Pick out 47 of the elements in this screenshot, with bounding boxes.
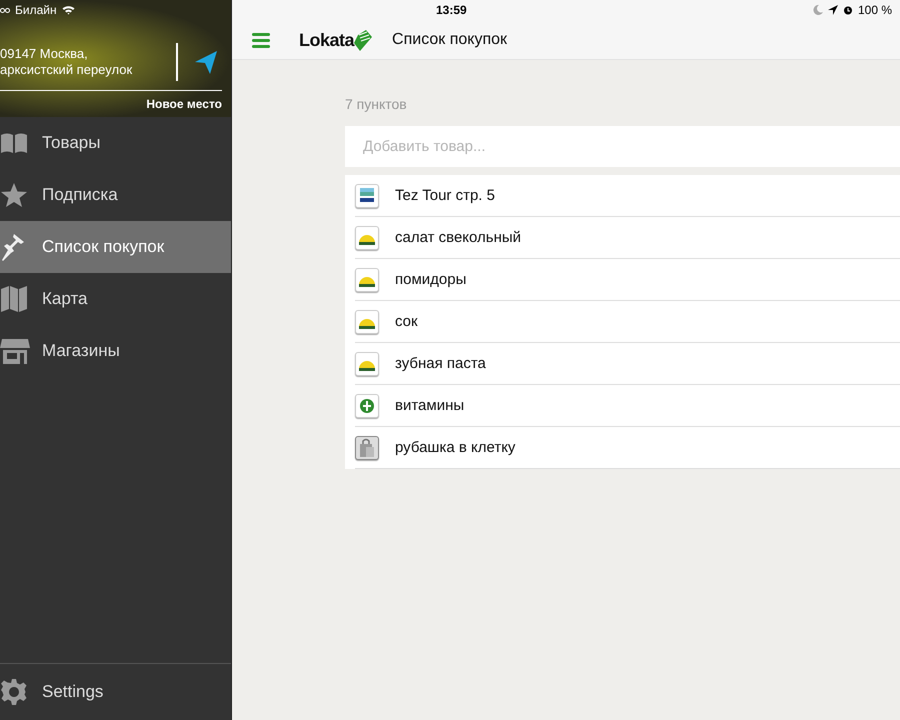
settings-icon xyxy=(0,678,28,706)
sidebar-item[interactable]: Карта xyxy=(0,273,231,325)
store-logo-icon xyxy=(355,352,379,376)
sidebar-item-label: Карта xyxy=(42,289,88,309)
list-item-label[interactable]: Tez Tour стр. 5 xyxy=(395,187,495,204)
list-item-label[interactable]: салат свекольный xyxy=(395,229,522,246)
sidebar-item[interactable]: Список покупок xyxy=(0,221,231,273)
store-logo-icon xyxy=(355,226,379,250)
sidebar-item-label: Товары xyxy=(42,133,100,153)
address-line: арксистский переулок xyxy=(0,62,134,78)
address-line: 09147 Москва, xyxy=(0,46,89,62)
list-item-label[interactable]: витамины xyxy=(395,397,464,414)
status-time: 13:59 xyxy=(436,3,467,17)
sidebar-item[interactable]: Магазины xyxy=(0,325,231,377)
list-item-label[interactable]: сок xyxy=(395,313,418,330)
map-icon xyxy=(0,285,28,313)
store-logo-icon xyxy=(355,394,379,418)
wifi-icon xyxy=(62,5,75,15)
location-icon xyxy=(828,5,838,15)
battery-level: 100 % xyxy=(858,3,892,17)
settings-item[interactable]: Settings xyxy=(0,663,231,720)
store-logo-icon xyxy=(355,184,379,208)
new-place-link[interactable]: Новое место xyxy=(146,97,222,111)
sidebar-item[interactable]: Подписка xyxy=(0,169,231,221)
sidebar-item-label: Подписка xyxy=(42,185,118,205)
sidebar-item-label: Список покупок xyxy=(42,237,164,257)
shopping-bag-icon xyxy=(355,436,379,460)
navigation-arrow-icon[interactable] xyxy=(194,50,218,74)
star-icon xyxy=(0,182,28,208)
pushpin-icon xyxy=(0,232,26,262)
logo-text: Lokata xyxy=(299,30,354,51)
book-icon xyxy=(0,132,28,154)
logo-mark-icon xyxy=(354,29,372,51)
list-item-label[interactable]: помидоры xyxy=(395,271,466,288)
store-logo-icon xyxy=(355,268,379,292)
add-item-field[interactable]: Добавить товар... xyxy=(345,126,900,167)
page-title: Список покупок xyxy=(392,31,508,49)
moon-icon xyxy=(812,5,823,15)
alarm-icon xyxy=(842,5,853,15)
list-item-label[interactable]: рубашка в клетку xyxy=(395,439,516,456)
store-logo-icon xyxy=(355,310,379,334)
sidebar-item[interactable]: Товары xyxy=(0,117,231,169)
carrier-name: Билайн xyxy=(15,3,57,17)
menu-button[interactable] xyxy=(252,32,270,48)
item-count: 7 пунктов xyxy=(345,96,407,112)
sidebar-item-label: Магазины xyxy=(42,341,120,361)
list-item-label[interactable]: зубная паста xyxy=(395,355,486,372)
